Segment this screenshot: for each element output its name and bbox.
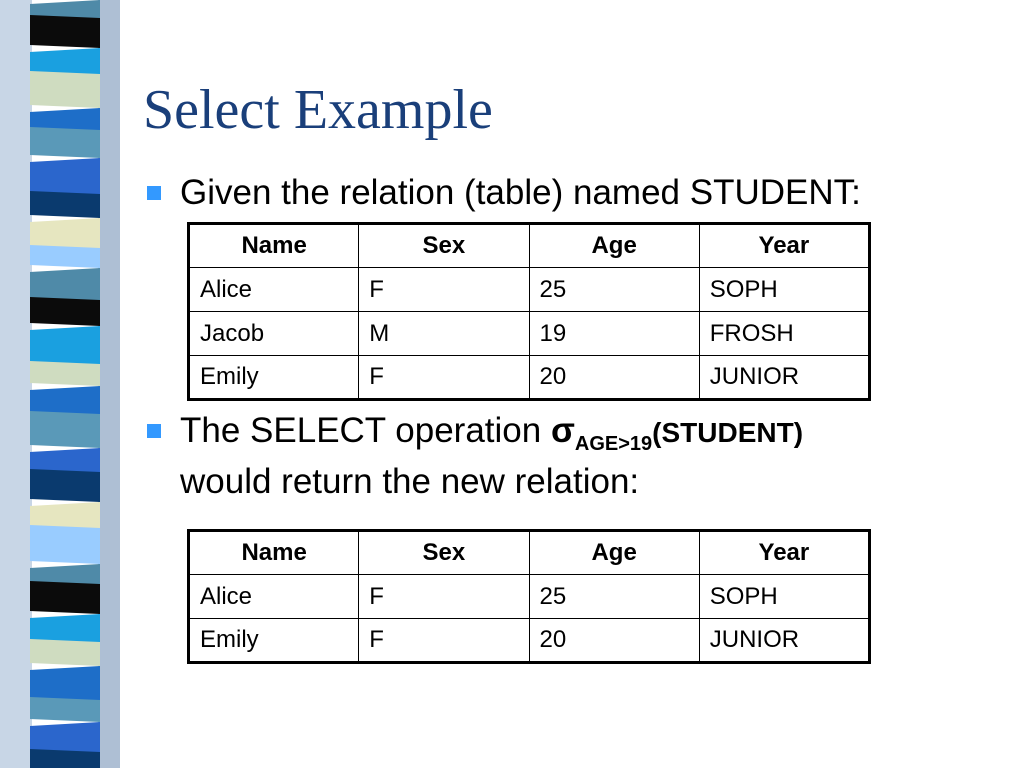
stripe-block bbox=[30, 749, 100, 768]
table-row: Alice F 25 SOPH bbox=[187, 267, 871, 312]
cell-age: 25 bbox=[528, 574, 700, 619]
bullet-given-relation: Given the relation (table) named STUDENT… bbox=[147, 170, 927, 215]
stripe-block bbox=[30, 15, 100, 48]
table-row: Alice F 25 SOPH bbox=[187, 574, 871, 619]
cell-name: Alice bbox=[187, 574, 360, 619]
bullet-text: Given the relation (table) named STUDENT… bbox=[180, 173, 861, 212]
cell-age: 19 bbox=[528, 311, 700, 356]
cell-name: Emily bbox=[187, 618, 360, 663]
stripe-block bbox=[30, 127, 100, 158]
bullet-text: The SELECT operation σAGE>19(STUDENT) bbox=[180, 408, 927, 459]
header-name: Name bbox=[187, 223, 360, 268]
header-year: Year bbox=[698, 530, 871, 575]
bullet-select-operation: The SELECT operation σAGE>19(STUDENT) wo… bbox=[147, 408, 927, 504]
stripe-block bbox=[30, 581, 100, 614]
cell-year: SOPH bbox=[698, 267, 871, 312]
cell-sex: M bbox=[358, 311, 530, 356]
cell-age: 20 bbox=[528, 618, 700, 663]
cell-sex: F bbox=[358, 267, 530, 312]
cell-sex: F bbox=[358, 574, 530, 619]
cell-sex: F bbox=[358, 355, 530, 400]
stripe-block bbox=[30, 361, 100, 386]
slide-title: Select Example bbox=[143, 79, 493, 141]
student-table: Name Sex Age Year Alice F 25 SOPH Jacob … bbox=[187, 222, 871, 401]
stripe-block bbox=[30, 411, 100, 448]
cell-name: Alice bbox=[187, 267, 360, 312]
sigma-symbol: σ bbox=[550, 411, 575, 450]
select-condition: AGE>19 bbox=[574, 433, 653, 455]
stripe-block bbox=[30, 71, 100, 108]
cell-name: Emily bbox=[187, 355, 360, 400]
decorative-stripe bbox=[0, 0, 130, 768]
stripe-block bbox=[30, 245, 100, 268]
cell-age: 20 bbox=[528, 355, 700, 400]
stripe-block bbox=[30, 639, 100, 666]
header-age: Age bbox=[528, 530, 700, 575]
stripe-block bbox=[30, 697, 100, 722]
cell-age: 25 bbox=[528, 267, 700, 312]
cell-year: FROSH bbox=[698, 311, 871, 356]
table-row: Jacob M 19 FROSH bbox=[187, 311, 871, 356]
cell-year: JUNIOR bbox=[698, 355, 871, 400]
relation-name: (STUDENT) bbox=[652, 417, 804, 448]
header-sex: Sex bbox=[358, 530, 530, 575]
stripe-block bbox=[30, 469, 100, 502]
bullet-square-icon bbox=[147, 424, 161, 438]
bullet-square-icon bbox=[147, 186, 161, 200]
stripe-block bbox=[30, 525, 100, 564]
header-age: Age bbox=[528, 223, 700, 268]
table-row: Emily F 20 JUNIOR bbox=[187, 355, 871, 400]
stripe-block bbox=[30, 191, 100, 218]
header-year: Year bbox=[698, 223, 871, 268]
header-sex: Sex bbox=[358, 223, 530, 268]
cell-name: Jacob bbox=[187, 311, 360, 356]
cell-year: JUNIOR bbox=[698, 618, 871, 663]
cell-sex: F bbox=[358, 618, 530, 663]
stripe-block bbox=[30, 297, 100, 326]
bullet-text-line2: would return the new relation: bbox=[180, 462, 640, 501]
result-table: Name Sex Age Year Alice F 25 SOPH Emily … bbox=[187, 529, 871, 664]
cell-year: SOPH bbox=[698, 574, 871, 619]
bullet-prefix: The SELECT operation bbox=[180, 411, 551, 450]
header-name: Name bbox=[187, 530, 360, 575]
table-row: Emily F 20 JUNIOR bbox=[187, 618, 871, 663]
